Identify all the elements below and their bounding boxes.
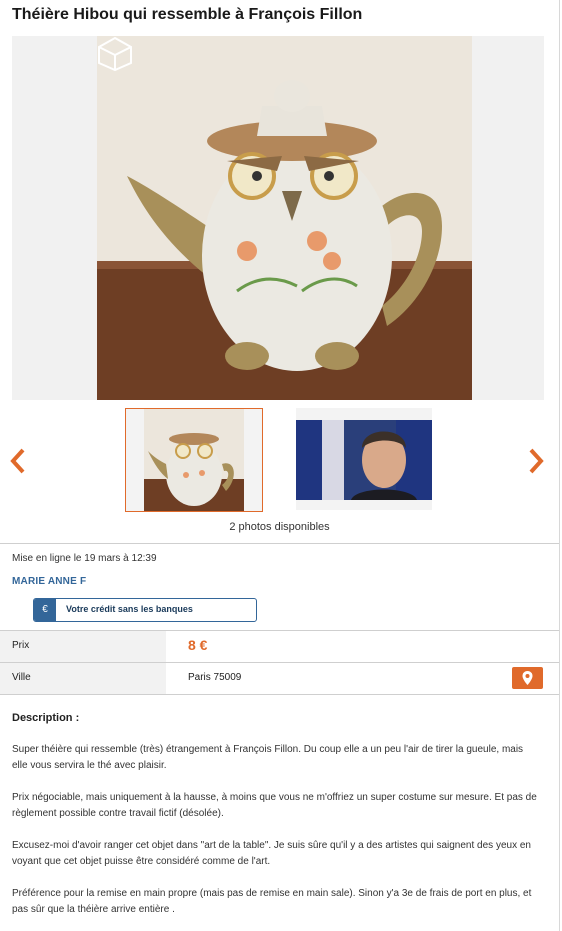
city-label: Ville [12, 672, 31, 683]
divider [0, 543, 559, 544]
description-title: Description : [12, 712, 80, 724]
description-paragraph: Excusez-moi d'avoir ranger cet objet dan… [12, 840, 531, 867]
listing-page: Théière Hibou qui ressemble à François F… [0, 0, 560, 931]
photo-count: 2 photos disponibles [229, 521, 330, 533]
teapot-photo [97, 36, 472, 400]
map-pin-icon [522, 671, 533, 685]
teapot-thumbnail-image [144, 409, 244, 511]
price-row: Prix 8 € [0, 631, 559, 662]
seller-name[interactable]: MARIE ANNE F [12, 576, 86, 587]
description-paragraph: Super théière qui ressemble (très) étran… [12, 744, 524, 771]
description-paragraph: Préférence pour la remise en main propre… [12, 888, 532, 915]
city-label-cell: Ville [0, 663, 166, 694]
price-label: Prix [12, 640, 30, 651]
euro-icon: € [34, 599, 56, 621]
map-button[interactable] [512, 667, 543, 689]
listing-title: Théière Hibou qui ressemble à François F… [12, 6, 363, 23]
city-value: Paris 75009 [188, 672, 242, 683]
main-photo[interactable] [12, 36, 544, 400]
divider [0, 694, 559, 695]
credit-button[interactable]: € Votre crédit sans les banques [33, 598, 257, 622]
chevron-right-icon[interactable] [524, 446, 548, 476]
description-paragraph: Prix négociable, mais uniquement à la ha… [12, 792, 537, 819]
city-row: Ville Paris 75009 [0, 663, 559, 694]
portrait-thumbnail-image [296, 420, 432, 500]
credit-button-label: Votre crédit sans les banques [66, 604, 193, 614]
thumbnail-portrait[interactable] [296, 408, 432, 510]
posted-date: Mise en ligne le 19 mars à 12:39 [12, 553, 157, 564]
price-label-cell: Prix [0, 631, 166, 662]
thumbnail-teapot[interactable] [125, 408, 263, 512]
watermark-logo-icon [98, 36, 132, 72]
price-value: 8 € [188, 637, 208, 653]
photo-gallery: 2 photos disponibles [0, 404, 559, 540]
chevron-left-icon[interactable] [6, 446, 30, 476]
